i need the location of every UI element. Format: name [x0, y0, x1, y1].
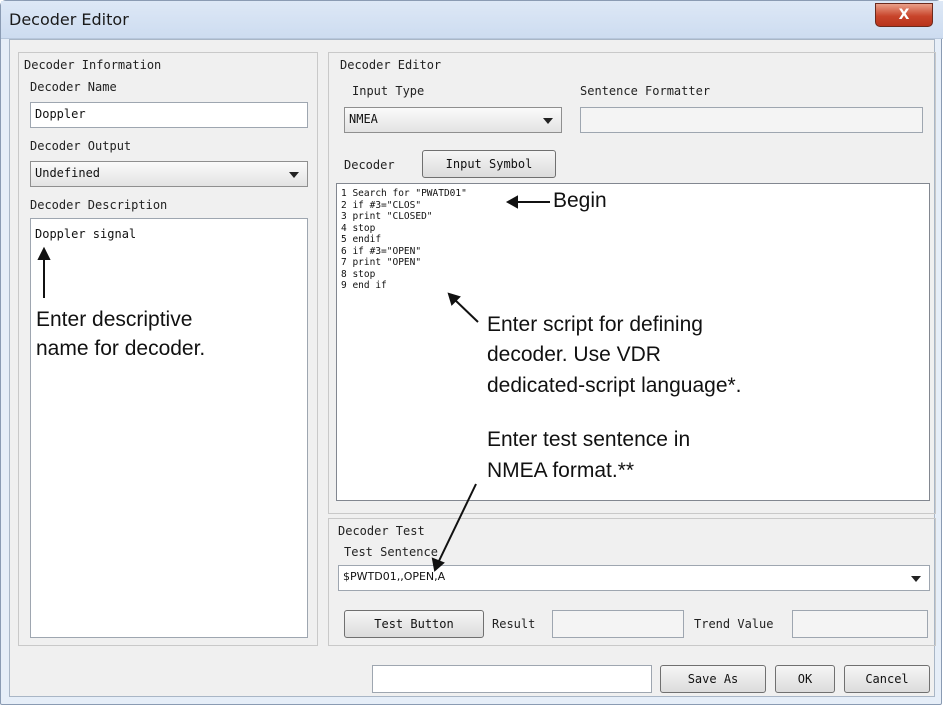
script-line: 6 if #3="OPEN" — [341, 245, 422, 257]
decoder-editor-title: Decoder Editor — [338, 58, 444, 72]
decoder-description-label: Decoder Description — [30, 198, 168, 212]
trend-value-label: Trend Value — [694, 617, 774, 631]
decoder-information-title: Decoder Information — [22, 58, 164, 72]
result-field[interactable] — [552, 610, 684, 638]
script-line: 8 stop — [341, 268, 376, 280]
script-line: 2 if #3="CLOS" — [341, 199, 422, 211]
input-symbol-button[interactable]: Input Symbol — [422, 150, 556, 178]
input-type-value: NMEA — [349, 112, 378, 126]
script-line: 7 print "OPEN" — [341, 257, 422, 268]
chevron-down-icon — [543, 118, 553, 124]
chevron-down-icon — [911, 576, 921, 582]
test-sentence-input[interactable]: $PWTD01,,OPEN,A — [338, 565, 930, 591]
annotation-script-line3: dedicated-script language*. — [487, 374, 742, 397]
decoder-description-textarea[interactable]: Doppler signal — [30, 218, 308, 638]
sentence-formatter-label: Sentence Formatter — [580, 84, 711, 98]
test-button[interactable]: Test Button — [344, 610, 484, 638]
title-bar[interactable]: Decoder Editor X — [1, 1, 943, 39]
trend-value-field[interactable] — [792, 610, 928, 638]
script-line: 1 Search for "PWATD01" — [341, 188, 467, 199]
window-title: Decoder Editor — [9, 10, 129, 29]
decoder-name-input[interactable]: Doppler — [30, 102, 308, 128]
annotation-descriptive-line1: Enter descriptive — [36, 308, 193, 331]
decoder-description-value: Doppler signal — [35, 227, 137, 241]
save-as-button[interactable]: Save As — [660, 665, 766, 693]
input-type-label: Input Type — [352, 84, 425, 98]
result-label: Result — [492, 617, 536, 631]
decoder-name-label: Decoder Name — [30, 80, 117, 94]
close-icon[interactable]: X — [875, 3, 933, 27]
decoder-output-value: Undefined — [35, 166, 101, 180]
annotation-test-line2: NMEA format.** — [487, 459, 635, 482]
file-name-input[interactable] — [372, 665, 652, 693]
annotation-begin: Begin — [553, 189, 607, 212]
sentence-formatter-input[interactable] — [580, 107, 923, 133]
annotation-descriptive-line2: name for decoder. — [36, 337, 206, 360]
dialog-client-area: Decoder Information Decoder Name Doppler… — [9, 39, 936, 697]
ok-button[interactable]: OK — [775, 665, 835, 693]
test-sentence-value: $PWTD01,,OPEN,A — [343, 570, 446, 583]
annotation-test-line1: Enter test sentence in — [487, 428, 691, 451]
annotation-script-line1: Enter script for defining — [487, 313, 703, 336]
input-type-select[interactable]: NMEA — [344, 107, 562, 133]
cancel-button[interactable]: Cancel — [844, 665, 930, 693]
decoder-output-label: Decoder Output — [30, 139, 132, 153]
chevron-down-icon — [289, 172, 299, 178]
script-line: 9 end if — [341, 280, 387, 291]
script-line: 4 stop — [341, 222, 376, 234]
decoder-output-select[interactable]: Undefined — [30, 161, 308, 187]
decoder-label: Decoder — [344, 158, 395, 172]
script-line: 3 print "CLOSED" — [341, 211, 433, 222]
decoder-test-title: Decoder Test — [336, 524, 427, 538]
script-line: 5 endif — [341, 234, 382, 245]
test-sentence-label: Test Sentence — [344, 545, 438, 559]
annotation-script-line2: decoder. Use VDR — [487, 343, 661, 366]
